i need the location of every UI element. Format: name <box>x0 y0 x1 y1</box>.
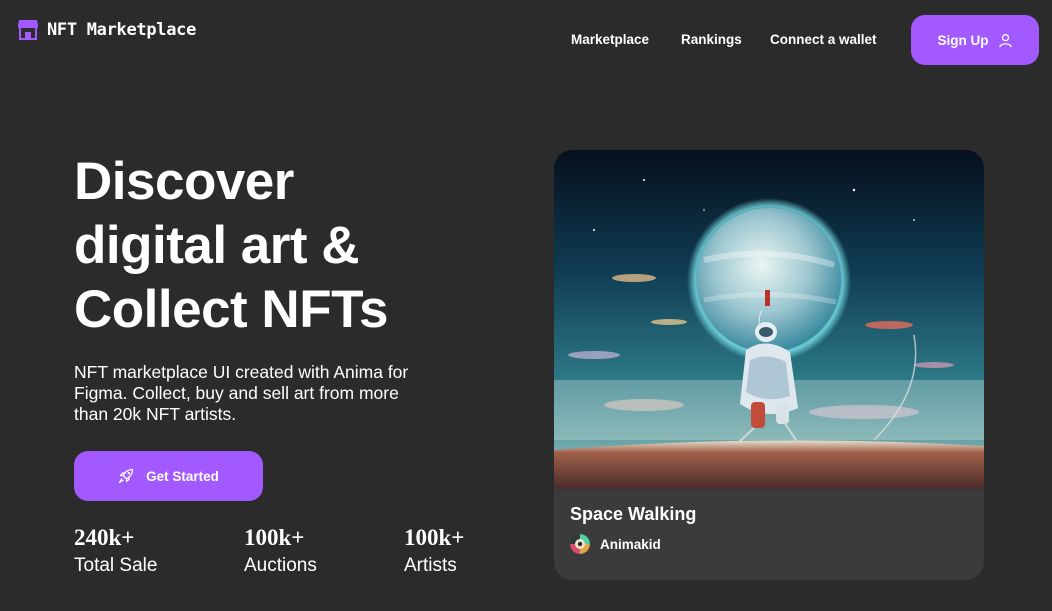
nft-artwork-image <box>554 150 984 489</box>
logo-text: NFT Marketplace <box>47 19 197 40</box>
headline-line: digital art & <box>74 216 360 275</box>
nav-link-rankings[interactable]: Rankings <box>681 32 742 47</box>
top-navbar: NFT Marketplace Marketplace Rankings Con… <box>0 0 1052 80</box>
headline-line: Collect NFTs <box>74 280 389 339</box>
featured-nft-card[interactable]: Space Walking Animakid <box>554 150 984 580</box>
sign-up-button[interactable]: Sign Up <box>911 15 1039 65</box>
artist-name: Animakid <box>600 536 661 552</box>
subtitle-line: Figma. Collect, buy and sell art from mo… <box>74 383 399 403</box>
subtitle-line: than 20k NFT artists. <box>74 404 237 424</box>
subtitle-line: NFT marketplace UI created with Anima fo… <box>74 362 409 382</box>
logo[interactable]: NFT Marketplace <box>17 19 196 40</box>
nav-link-connect-wallet[interactable]: Connect a wallet <box>770 32 877 47</box>
headline-line: Discover <box>74 152 294 211</box>
stat-label: Total Sale <box>74 555 158 576</box>
artist-info[interactable]: Animakid <box>570 534 661 554</box>
nft-title: Space Walking <box>570 504 697 524</box>
sign-up-label: Sign Up <box>937 32 989 48</box>
hero-subtitle: NFT marketplace UI created with Anima fo… <box>74 362 484 425</box>
user-icon <box>998 33 1012 47</box>
rocket-icon <box>119 468 134 484</box>
stat-value: 240k+ <box>74 525 135 550</box>
get-started-button[interactable]: Get Started <box>74 451 263 501</box>
storefront-icon <box>18 20 38 40</box>
nav-link-marketplace[interactable]: Marketplace <box>571 32 649 47</box>
stat-label: Auctions <box>244 555 317 576</box>
stat-value: 100k+ <box>244 525 305 550</box>
avatar <box>570 534 590 554</box>
stat-artists: 100k+ Artists <box>404 524 464 579</box>
hero-headline: Discover digital art & Collect NFTs <box>74 150 514 342</box>
stat-total-sale: 240k+ Total Sale <box>74 524 157 579</box>
stat-value: 100k+ <box>404 525 465 550</box>
stat-auctions: 100k+ Auctions <box>244 524 317 579</box>
stat-label: Artists <box>404 555 457 576</box>
get-started-label: Get Started <box>146 468 219 484</box>
